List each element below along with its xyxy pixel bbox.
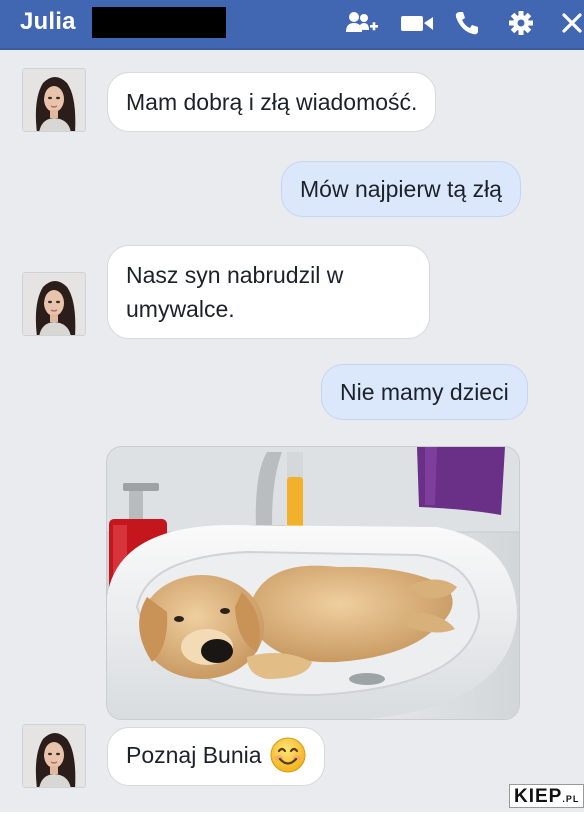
watermark-main: KIEP [514, 786, 563, 807]
message-text-line: umywalce. [126, 296, 235, 322]
contact-avatar[interactable] [22, 724, 86, 788]
message-bubble-incoming: Poznaj Bunia [107, 727, 325, 786]
close-icon[interactable] [560, 10, 584, 36]
smiling-face-emoji-icon [270, 737, 306, 773]
kiep-watermark: KIEP.PL [509, 784, 584, 808]
video-call-icon[interactable] [399, 10, 435, 36]
message-bubble-incoming: Mam dobrą i złą wiadomość. [107, 72, 437, 132]
contact-name[interactable]: Julia [20, 8, 76, 36]
message-text-line: Nasz syn nabrudzil w [126, 262, 344, 288]
contact-avatar[interactable] [22, 68, 86, 132]
message-text: Mów najpierw tą złą [300, 176, 502, 202]
message-bubble-outgoing: Mów najpierw tą złą [281, 161, 521, 217]
add-friend-icon[interactable] [345, 10, 379, 36]
phone-icon[interactable] [453, 10, 481, 36]
message-text: Nie mamy dzieci [340, 379, 509, 405]
redacted-surname [92, 7, 226, 38]
chat-header: Julia [0, 0, 584, 50]
contact-avatar[interactable] [22, 272, 86, 336]
message-text: Mam dobrą i złą wiadomość. [126, 89, 418, 115]
message-bubble-outgoing: Nie mamy dzieci [321, 364, 528, 420]
watermark-suffix: .PL [562, 794, 580, 804]
puppy-in-sink-photo[interactable] [106, 446, 520, 720]
message-text: Poznaj Bunia [126, 742, 262, 768]
gear-icon[interactable] [506, 10, 536, 36]
message-bubble-incoming: Nasz syn nabrudzil w umywalce. [107, 245, 430, 339]
bottom-edge [0, 812, 584, 816]
